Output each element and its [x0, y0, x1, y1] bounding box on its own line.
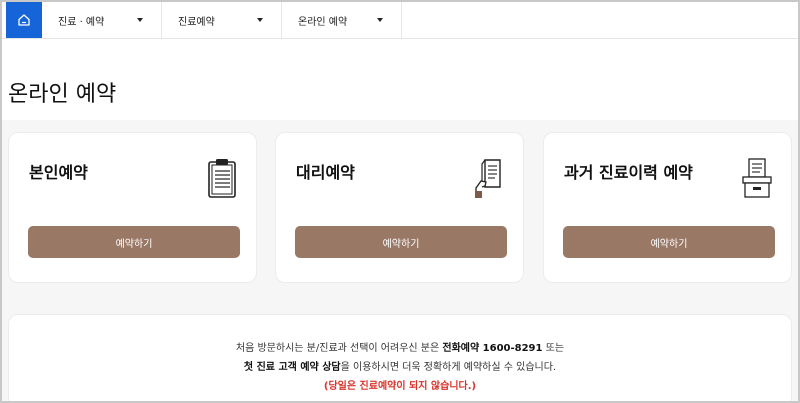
page-title: 온라인 예약	[8, 82, 117, 107]
notice-text: 또는	[542, 343, 565, 354]
nav-item-label: 진료예약	[178, 16, 215, 28]
card-self-reservation: 본인예약 예약하기	[8, 132, 257, 283]
nav-dropdown-online-reservation[interactable]: 온라인 예약	[282, 2, 402, 38]
caret-down-icon	[377, 18, 383, 22]
notice-line-3: (당일은 진료예약이 되지 않습니다.)	[9, 377, 791, 396]
notice-text: 을 이용하시면 더욱 정확하게 예약하실 수 있습니다.	[340, 362, 557, 373]
page-frame: 진료 · 예약 진료예약 온라인 예약 온라인 예약 본인예약 예약하기 대리예…	[0, 0, 800, 403]
first-visit-consult-text: 첫 진료 고객 예약 상담	[243, 362, 341, 373]
card-title: 본인예약	[29, 163, 88, 182]
nav-dropdown-care-reservation[interactable]: 진료 · 예약	[42, 2, 162, 38]
reservation-notice: 처음 방문하시는 분/진료과 선택이 어려우신 분은 전화예약 1600-829…	[8, 314, 792, 401]
clipboard-icon	[208, 159, 236, 198]
notice-line-1: 처음 방문하시는 분/진료과 선택이 어려우신 분은 전화예약 1600-829…	[9, 339, 791, 358]
nav-dropdown-treatment-reservation[interactable]: 진료예약	[162, 2, 282, 38]
phone-reservation-text: 전화예약 1600-8291	[442, 343, 543, 354]
caret-down-icon	[257, 18, 263, 22]
hand-document-icon	[475, 159, 501, 198]
card-title: 대리예약	[296, 163, 355, 182]
top-navigation: 진료 · 예약 진료예약 온라인 예약	[2, 2, 798, 39]
reserve-button[interactable]: 예약하기	[295, 226, 507, 258]
notice-line-2: 첫 진료 고객 예약 상담을 이용하시면 더욱 정확하게 예약하실 수 있습니다…	[9, 358, 791, 377]
reserve-button[interactable]: 예약하기	[28, 226, 240, 258]
same-day-warning: (당일은 진료예약이 되지 않습니다.)	[323, 381, 477, 392]
home-button[interactable]	[6, 2, 42, 38]
card-proxy-reservation: 대리예약 예약하기	[275, 132, 524, 283]
home-icon	[18, 14, 30, 26]
caret-down-icon	[137, 18, 143, 22]
reserve-button[interactable]: 예약하기	[563, 226, 775, 258]
notice-text: 처음 방문하시는 분/진료과 선택이 어려우신 분은	[235, 343, 443, 354]
nav-item-label: 진료 · 예약	[58, 16, 105, 28]
archive-box-icon	[742, 158, 772, 198]
card-title: 과거 진료이력 예약	[564, 163, 693, 182]
card-past-history-reservation: 과거 진료이력 예약 예약하기	[543, 132, 792, 283]
nav-item-label: 온라인 예약	[298, 16, 348, 28]
